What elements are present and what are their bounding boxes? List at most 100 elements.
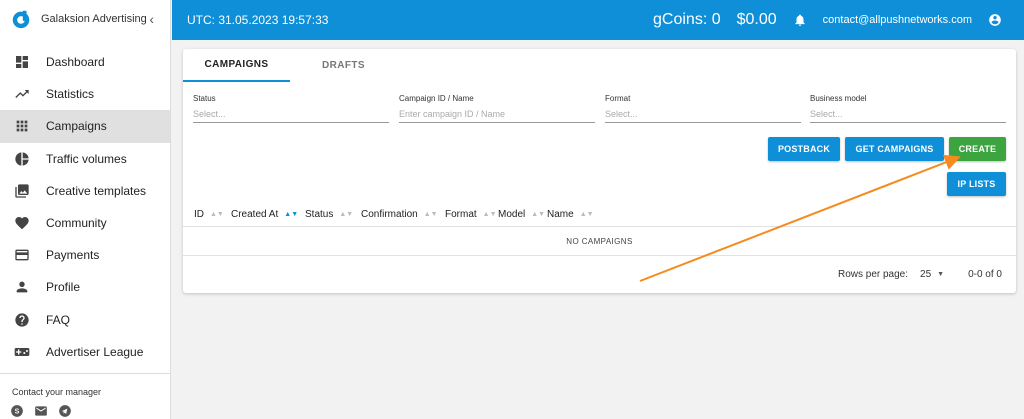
column-label: Status (305, 209, 334, 220)
brand-name: Galaksion Advertising (41, 13, 147, 25)
sidebar-item-label: Traffic volumes (46, 151, 127, 166)
pagination: Rows per page: 25 ▼ 0-0 of 0 (838, 269, 1002, 280)
account-circle-icon[interactable] (988, 13, 1002, 27)
get-campaigns-button[interactable]: GET CAMPAIGNS (845, 137, 944, 161)
business-model-filter-label: Business model (810, 94, 867, 103)
table-header: ID ▲▼ Created At ▲▼ Status ▲▼ Confirmation ▲… (183, 201, 1016, 227)
column-status[interactable]: Status ▲▼ (305, 209, 353, 220)
gcoins-balance: gCoins: 0 (653, 11, 721, 28)
status-select[interactable] (193, 106, 389, 123)
sort-icon: ▲▼ (482, 211, 497, 218)
campaign-id-filter-label: Campaign ID / Name (399, 94, 474, 103)
tabs: CAMPAIGNS DRAFTS (183, 49, 397, 82)
utc-clock: UTC: 31.05.2023 19:57:33 (187, 13, 329, 27)
user-email[interactable]: contact@allpushnetworks.com (823, 14, 972, 26)
business-model-select[interactable] (810, 106, 1006, 123)
column-label: Model (498, 209, 526, 220)
notifications-bell-icon[interactable] (793, 13, 807, 27)
column-label: Name (547, 209, 574, 220)
sidebar-item-advertiser-league[interactable]: Advertiser League (0, 336, 170, 368)
caret-down-icon: ▼ (937, 271, 945, 278)
contact-manager-title: Contact your manager (12, 387, 102, 397)
sidebar-item-campaigns[interactable]: Campaigns (0, 110, 170, 143)
pie-chart-icon (14, 151, 30, 167)
sidebar: Galaksion Advertising ‹ Dashboard Statis… (0, 0, 171, 419)
rows-per-page-select[interactable]: 25 ▼ (920, 269, 944, 280)
sidebar-item-traffic-volumes[interactable]: Traffic volumes (0, 143, 170, 175)
column-label: Format (445, 209, 477, 220)
sidebar-item-label: Community (46, 216, 107, 231)
campaign-id-input[interactable] (399, 106, 595, 123)
column-confirmation[interactable]: Confirmation ▲▼ (361, 209, 438, 220)
sort-icon: ▲▼ (531, 211, 546, 218)
sidebar-item-label: Statistics (46, 87, 95, 102)
gamepad-icon (14, 344, 30, 360)
rows-per-page-label: Rows per page: (837, 269, 909, 280)
create-button[interactable]: CREATE (949, 137, 1006, 161)
sort-icon: ▲▼ (579, 211, 594, 218)
sidebar-item-label: Dashboard (46, 55, 105, 70)
status-filter: Status (193, 94, 389, 123)
account-balance: $0.00 (736, 11, 777, 28)
brand: Galaksion Advertising ‹ (0, 0, 170, 38)
contact-icons: S (10, 404, 72, 418)
column-label: Confirmation (361, 209, 418, 220)
sort-icon: ▲▼ (210, 211, 224, 218)
credit-card-icon (14, 247, 30, 263)
sidebar-item-statistics[interactable]: Statistics (0, 78, 170, 110)
sidebar-item-community[interactable]: Community (0, 207, 170, 239)
status-filter-label: Status (193, 94, 216, 103)
column-name[interactable]: Name ▲▼ (547, 209, 594, 220)
top-bar: UTC: 31.05.2023 19:57:33 gCoins: 0 $0.00… (172, 0, 1024, 40)
dashboard-icon (14, 54, 30, 70)
format-select[interactable] (605, 106, 801, 123)
column-model[interactable]: Model ▲▼ (498, 209, 545, 220)
galaksion-logo-icon (12, 10, 30, 29)
ip-lists-button[interactable]: IP LISTS (947, 172, 1006, 196)
column-label: Created At (231, 209, 279, 220)
column-format[interactable]: Format ▲▼ (445, 209, 497, 220)
sidebar-item-label: Creative templates (46, 183, 147, 198)
tab-campaigns[interactable]: CAMPAIGNS (183, 49, 290, 82)
skype-icon[interactable]: S (10, 404, 24, 418)
photo-library-icon (14, 183, 30, 199)
sort-icon: ▲▼ (423, 211, 438, 218)
sidebar-item-payments[interactable]: Payments (0, 239, 170, 271)
sidebar-item-profile[interactable]: Profile (0, 271, 170, 303)
campaigns-card: CAMPAIGNS DRAFTS Status Campaign ID / Na… (183, 49, 1016, 293)
tab-drafts[interactable]: DRAFTS (290, 49, 397, 82)
sort-icon: ▲▼ (339, 211, 354, 218)
column-id[interactable]: ID ▲▼ (194, 209, 224, 220)
top-bar-right: gCoins: 0 $0.00 contact@allpushnetworks.… (653, 11, 1024, 29)
email-icon[interactable] (34, 404, 48, 418)
sidebar-item-faq[interactable]: FAQ (0, 304, 170, 336)
trending-up-icon (14, 86, 30, 102)
svg-text:S: S (15, 409, 20, 416)
column-label: ID (194, 209, 204, 220)
format-filter: Format (605, 94, 801, 123)
sidebar-item-label: Payments (46, 248, 100, 263)
business-model-filter: Business model (810, 94, 1006, 123)
sort-desc-icon: ▲▼ (284, 211, 299, 218)
handshake-heart-icon (14, 215, 30, 231)
collapse-sidebar-icon[interactable]: ‹ (149, 11, 154, 27)
campaign-id-filter: Campaign ID / Name (399, 94, 595, 123)
sidebar-item-label: Advertiser League (46, 344, 144, 359)
pagination-range: 0-0 of 0 (968, 269, 1002, 280)
rows-per-page-value: 25 (920, 269, 932, 280)
help-icon (14, 312, 30, 328)
format-filter-label: Format (605, 94, 631, 103)
sidebar-item-dashboard[interactable]: Dashboard (0, 46, 170, 78)
sidebar-item-label: Campaigns (46, 119, 107, 134)
sidebar-item-creative-templates[interactable]: Creative templates (0, 175, 170, 207)
sidebar-item-label: Profile (46, 280, 81, 295)
postback-button[interactable]: POSTBACK (768, 137, 840, 161)
column-created-at[interactable]: Created At ▲▼ (231, 209, 298, 220)
sidebar-divider (0, 373, 170, 374)
person-icon (14, 279, 30, 295)
sidebar-item-label: FAQ (46, 312, 71, 327)
sidebar-nav: Dashboard Statistics Campaigns Traffic v… (0, 46, 170, 368)
empty-table-message: NO CAMPAIGNS (183, 228, 1016, 256)
apps-grid-icon (14, 118, 30, 134)
telegram-icon[interactable] (58, 404, 72, 418)
